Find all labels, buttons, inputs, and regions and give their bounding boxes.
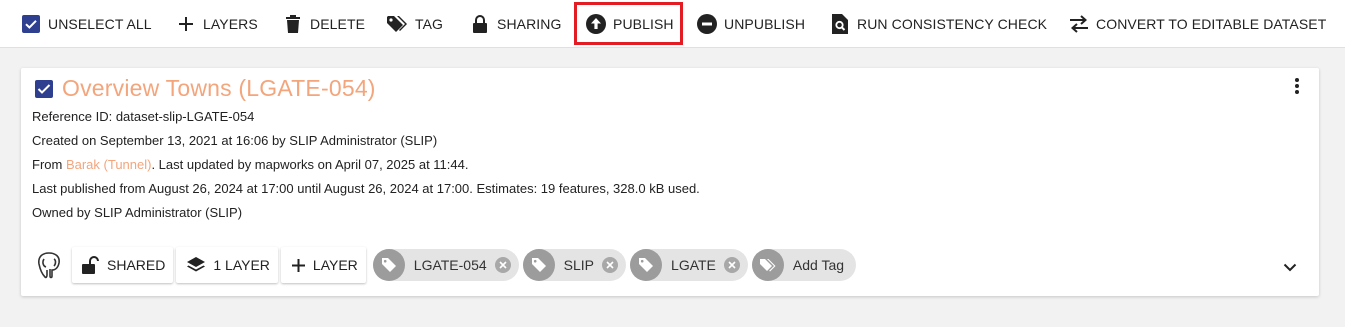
swap-arrows-icon	[1068, 13, 1090, 35]
document-search-icon	[829, 13, 851, 35]
owner-info: Owned by SLIP Administrator (SLIP)	[32, 205, 243, 220]
tags-icon	[751, 249, 784, 281]
layers-button[interactable]: LAYERS	[175, 5, 258, 42]
layers-label: LAYERS	[203, 15, 258, 32]
remove-tag-icon[interactable]	[602, 257, 619, 273]
postgresql-elephant-icon	[32, 248, 66, 282]
source-link[interactable]: Barak (Tunnel)	[66, 157, 152, 172]
source-info: From Barak (Tunnel). Last updated by map…	[32, 157, 468, 172]
chevron-down-icon[interactable]	[1283, 259, 1297, 277]
unselect-all-button[interactable]: UNSELECT ALL	[20, 5, 152, 42]
remove-tag-icon[interactable]	[494, 257, 511, 273]
remove-tag-icon[interactable]	[723, 257, 740, 273]
dataset-card: Overview Towns (LGATE-054) Reference ID:…	[21, 68, 1319, 296]
tag-chip[interactable]: LGATE	[630, 249, 748, 281]
tag-icon	[630, 249, 663, 281]
run-consistency-check-label: RUN CONSISTENCY CHECK	[857, 15, 1048, 32]
trash-icon	[282, 13, 304, 35]
reference-id: Reference ID: dataset-slip-LGATE-054	[32, 109, 255, 124]
checkbox-checked-icon	[20, 13, 42, 35]
unpublish-label: UNPUBLISH	[724, 15, 806, 32]
add-layer-button[interactable]: LAYER	[280, 247, 366, 283]
plus-icon	[291, 258, 306, 273]
plus-icon	[175, 13, 197, 35]
card-title-row: Overview Towns (LGATE-054)	[35, 75, 376, 102]
tag-chip[interactable]: SLIP	[522, 249, 627, 281]
tag-chip[interactable]: LGATE-054	[372, 249, 519, 281]
publish-highlight-box	[574, 2, 683, 45]
tag-button[interactable]: TAG	[387, 5, 443, 42]
run-consistency-check-button[interactable]: RUN CONSISTENCY CHECK	[829, 5, 1047, 42]
add-tag-label: Add Tag	[792, 257, 845, 273]
delete-label: DELETE	[310, 15, 366, 32]
published-info: Last published from August 26, 2024 at 1…	[32, 181, 700, 196]
dataset-checkbox[interactable]	[35, 79, 53, 98]
dataset-title[interactable]: Overview Towns (LGATE-054)	[62, 75, 376, 102]
delete-button[interactable]: DELETE	[282, 5, 365, 42]
tag-label: TAG	[415, 15, 444, 32]
created-info: Created on September 13, 2021 at 16:06 b…	[32, 133, 438, 148]
shared-button[interactable]: SHARED	[72, 247, 174, 283]
tag-chip-label: LGATE	[671, 257, 716, 273]
convert-label: CONVERT TO EDITABLE DATASET	[1096, 15, 1327, 32]
sharing-label: SHARING	[497, 15, 562, 32]
more-options-icon[interactable]	[1293, 78, 1301, 96]
layer-count-button[interactable]: 1 LAYER	[176, 247, 278, 283]
sharing-button[interactable]: SHARING	[469, 5, 562, 42]
layer-count-label: 1 LAYER	[213, 257, 270, 273]
tag-icon	[522, 249, 555, 281]
add-tag-chip[interactable]: Add Tag	[751, 249, 857, 281]
convert-to-editable-dataset-button[interactable]: CONVERT TO EDITABLE DATASET	[1068, 5, 1326, 42]
shared-label: SHARED	[107, 257, 166, 273]
last-updated: . Last updated by mapworks on April 07, …	[151, 157, 469, 172]
tag-icon	[372, 249, 405, 281]
minus-circle-icon	[696, 13, 718, 35]
tag-chip-label: SLIP	[563, 257, 595, 273]
toolbar: UNSELECT ALL LAYERS DELETE TAG SHARING P…	[0, 0, 1345, 48]
unlock-icon	[82, 256, 100, 274]
unselect-all-label: UNSELECT ALL	[48, 15, 152, 32]
card-footer: SHARED 1 LAYER LAYER LGATE-054 SLIP LGAT…	[32, 247, 857, 283]
layers-icon	[186, 256, 206, 274]
tags-icon	[387, 13, 409, 35]
add-layer-label: LAYER	[312, 257, 358, 273]
unpublish-button[interactable]: UNPUBLISH	[696, 5, 805, 42]
tag-chip-label: LGATE-054	[413, 257, 487, 273]
lock-icon	[469, 13, 491, 35]
from-prefix: From	[32, 157, 66, 172]
